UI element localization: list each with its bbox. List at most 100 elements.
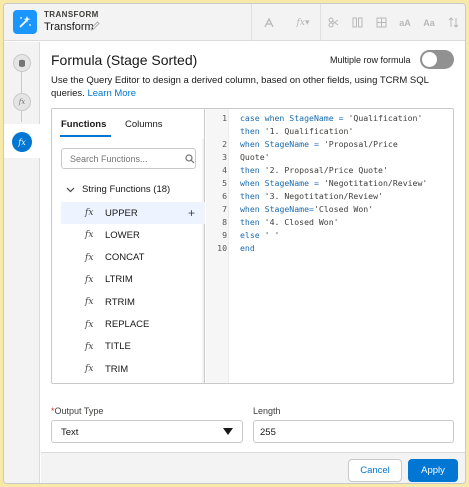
toolbar-split-icon[interactable] (321, 4, 345, 41)
rail-node-data-icon[interactable] (13, 54, 31, 72)
toolbar-formula-icon[interactable]: fx ▾ (286, 4, 320, 41)
tab-columns[interactable]: Columns (125, 119, 163, 130)
code-text: when StageName = 'Proposal/Price (240, 138, 398, 151)
transform-window: TRANSFORM Transform fx ▾ aA Aa fx fx For… (3, 3, 466, 484)
output-type-label-text: Output Type (54, 406, 104, 416)
line-number: 9 (222, 230, 227, 240)
line-number: 8 (222, 217, 227, 227)
function-item-lower[interactable]: fx LOWER (61, 224, 205, 246)
function-icon: fx (85, 274, 94, 285)
function-icon: fx (85, 341, 94, 352)
active-tab-indicator (60, 135, 111, 137)
code-line: 2 when StageName = 'Proposal/Price (206, 138, 453, 151)
rail-node-formula-icon[interactable]: fx (13, 93, 31, 111)
code-text: then '4. Closed Won' (240, 216, 339, 229)
code-token: 'Closed Won' (313, 204, 374, 214)
panel-description: Use the Query Editor to design a derived… (51, 74, 451, 100)
function-item-trim[interactable]: fx TRIM (61, 358, 205, 380)
code-text: Quote' (240, 151, 270, 164)
output-type-select[interactable]: Text (51, 420, 243, 443)
code-text: end (240, 242, 255, 255)
code-line: 3 Quote' (206, 151, 453, 164)
toolbar-table-icon[interactable] (369, 4, 393, 41)
line-number: 1 (222, 113, 227, 123)
code-token: '1. Qualification' (264, 126, 354, 136)
toolbar-sort-icon[interactable] (441, 4, 465, 41)
formula-builder: Functions Columns Search Functions... St… (51, 108, 454, 384)
search-functions-input[interactable]: Search Functions... (61, 148, 196, 169)
code-text: when StageName = 'Negotitation/Review' (240, 177, 427, 190)
insert-function-plus-icon[interactable]: + (188, 206, 195, 220)
transform-toolbar: fx ▾ aA Aa (251, 4, 465, 41)
code-token: ' ' (264, 230, 280, 240)
function-item-label: RTRIM (105, 296, 135, 308)
function-item-upper[interactable]: fx UPPER + (61, 202, 205, 224)
code-token: StageName (264, 139, 310, 149)
function-icon: fx (85, 319, 94, 330)
string-functions-group[interactable]: String Functions (18) (66, 184, 170, 195)
rail-node-active-formula-icon[interactable]: fx (12, 132, 32, 152)
code-token: '2. Proposal/Price Quote' (264, 165, 388, 175)
edit-pencil-icon[interactable] (89, 20, 101, 32)
function-item-label: TRIM (105, 363, 129, 375)
code-token: = (333, 113, 349, 123)
code-token: StageName (264, 178, 310, 188)
apply-button[interactable]: Apply (408, 459, 458, 482)
multiple-row-toggle[interactable] (420, 50, 454, 69)
learn-more-link[interactable]: Learn More (87, 88, 136, 99)
function-item-label: REPLACE (105, 319, 150, 330)
line-number: 4 (222, 165, 227, 175)
code-token: end (240, 243, 255, 253)
function-list-scrollbar[interactable] (202, 139, 204, 383)
code-text: when StageName='Closed Won' (240, 203, 373, 216)
code-line: 7 when StageName='Closed Won' (206, 203, 453, 216)
footer-bar: Cancel Apply (41, 452, 465, 483)
code-text: case when StageName = 'Qualification' (240, 112, 422, 125)
line-number: 6 (222, 191, 227, 201)
code-text: then '3. Negotitation/Review' (240, 190, 383, 203)
panel-title: Formula (Stage Sorted) (51, 52, 198, 68)
chevron-down-icon (66, 187, 75, 193)
header-eyebrow: TRANSFORM (44, 10, 99, 19)
multiple-row-label: Multiple row formula (330, 55, 411, 65)
code-token: '4. Closed Won' (264, 217, 339, 227)
group-label: String Functions (18) (82, 184, 171, 195)
output-type-label: *Output Type (51, 406, 103, 416)
functions-pane: Functions Columns Search Functions... St… (52, 109, 205, 383)
toolbar-branch-icon[interactable] (252, 4, 286, 41)
tab-functions[interactable]: Functions (61, 119, 106, 130)
code-line: 8 then '4. Closed Won' (206, 216, 453, 229)
toolbar-uppercase-icon[interactable]: aA (393, 4, 417, 41)
sql-editor[interactable]: 1 case when StageName = 'Qualification' th… (206, 109, 453, 383)
function-item-rtrim[interactable]: fx RTRIM (61, 291, 205, 313)
function-icon: fx (85, 297, 94, 308)
code-token: 'Proposal/Price (323, 139, 398, 149)
header-bar: TRANSFORM Transform fx ▾ aA Aa (4, 4, 465, 41)
line-number: 7 (222, 204, 227, 214)
function-item-label: CONCAT (105, 252, 145, 264)
function-icon: fx (85, 208, 94, 218)
code-line: then '1. Qualification' (206, 125, 453, 138)
function-item-replace[interactable]: fx REPLACE (61, 314, 205, 336)
code-token: then (240, 165, 265, 175)
function-item-ltrim[interactable]: fx LTRIM (61, 269, 205, 291)
code-line: 10 end (206, 242, 453, 255)
code-token: = (309, 178, 324, 188)
search-icon (185, 154, 195, 164)
code-token: Quote' (240, 152, 270, 162)
cancel-button[interactable]: Cancel (348, 459, 402, 482)
function-item-title[interactable]: fx TITLE (61, 336, 205, 358)
code-token: 'Negotitation/Review' (323, 178, 428, 188)
length-label: Length (253, 406, 281, 416)
function-item-concat[interactable]: fx CONCAT (61, 247, 205, 269)
function-icon: fx (85, 252, 94, 263)
toolbar-columns-icon[interactable] (345, 4, 369, 41)
code-token: then (240, 217, 265, 227)
toolbar-case-icon[interactable]: Aa (417, 4, 441, 41)
code-text: then '2. Proposal/Price Quote' (240, 164, 388, 177)
line-number: 2 (222, 139, 227, 149)
function-item-label: LOWER (105, 229, 140, 241)
code-token: StageName (289, 113, 334, 123)
toolbar-formula-label: fx (296, 17, 305, 28)
length-input[interactable]: 255 (253, 420, 454, 443)
